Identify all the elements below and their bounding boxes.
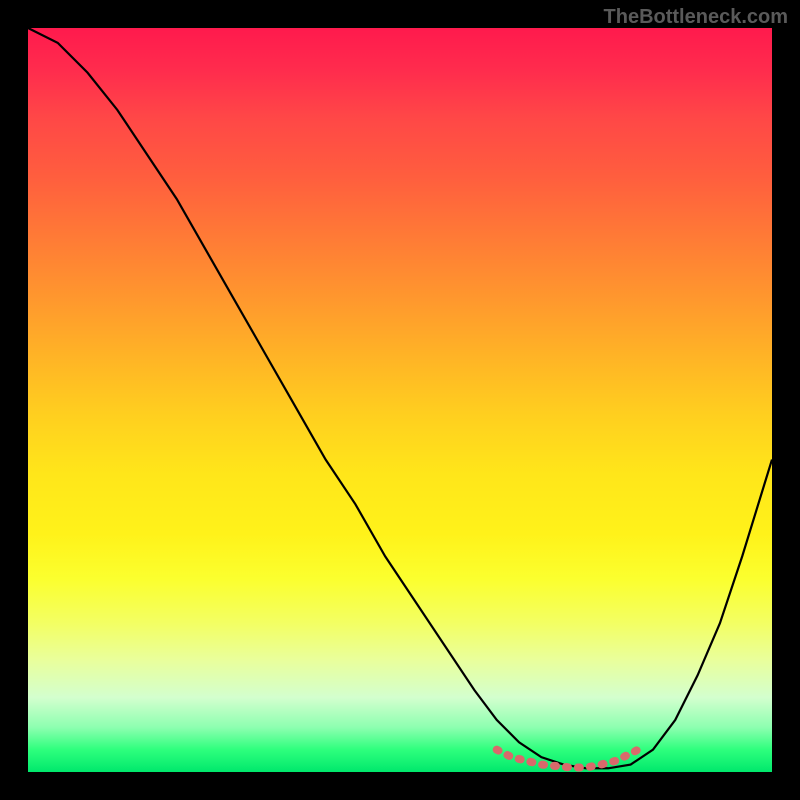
optimal-marker: [497, 750, 638, 768]
plot-area: [28, 28, 772, 772]
watermark-text: TheBottleneck.com: [604, 6, 788, 29]
bottleneck-curve: [28, 28, 772, 768]
curve-svg: [28, 28, 772, 772]
chart-container: TheBottleneck.com: [0, 0, 800, 800]
